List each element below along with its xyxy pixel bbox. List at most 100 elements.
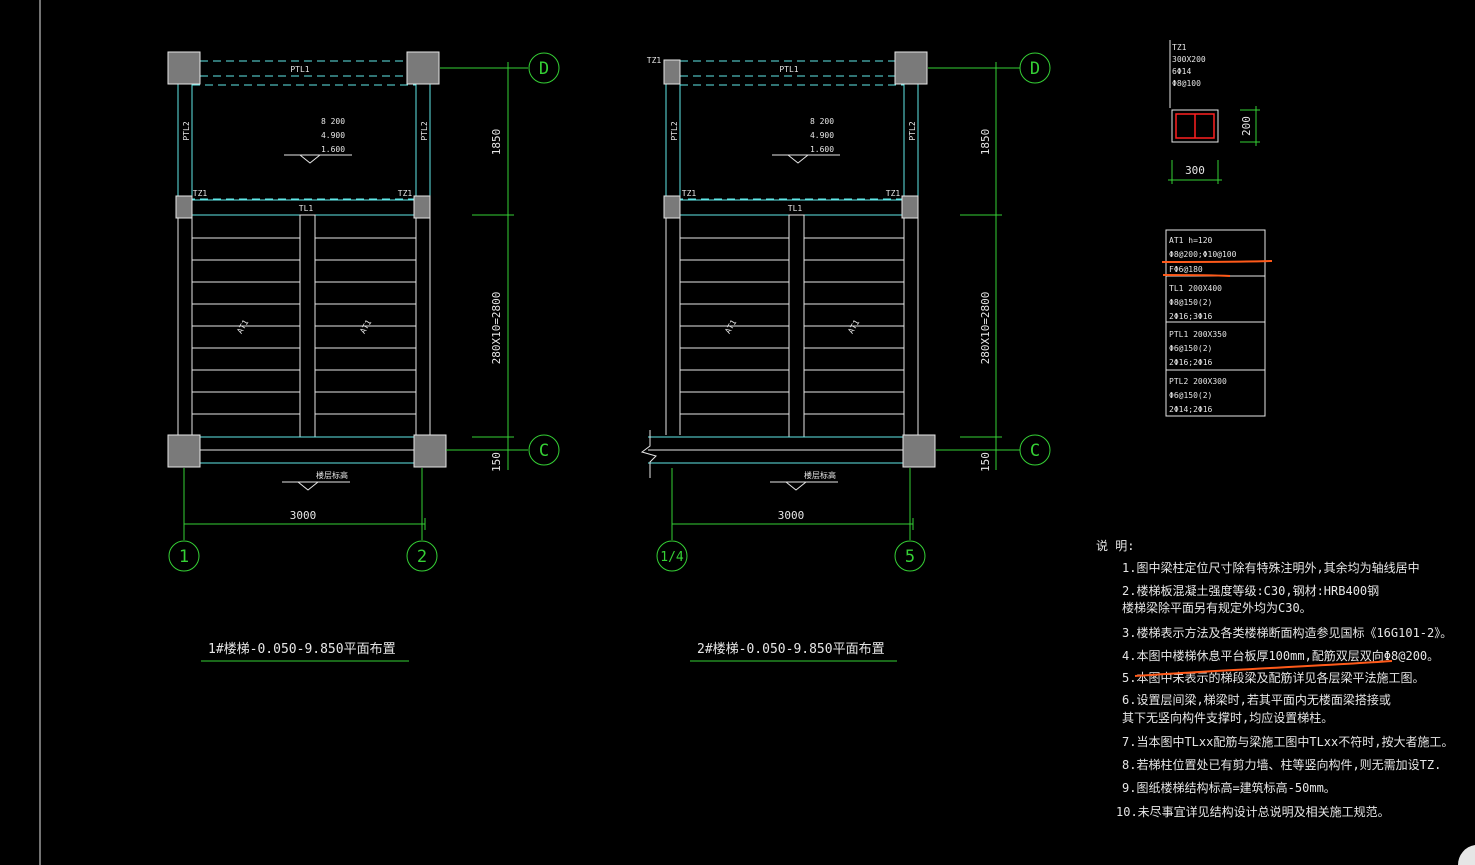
plan-title: 2#楼梯-0.050-9.850平面布置 (697, 642, 885, 657)
note-line: 其下无竖向构件支撑时,均应设置梯柱。 (1122, 710, 1333, 725)
dimension-lines (671, 62, 1002, 530)
axis-label: 2 (417, 547, 427, 567)
column (663, 59, 681, 85)
notes-title: 说 明: (1096, 538, 1134, 553)
column (894, 51, 928, 85)
table-cell: Φ8@150(2) (1169, 298, 1212, 307)
note-line: 5.本图中未表示的梯段梁及配筋详见各层梁平法施工图。 (1122, 670, 1424, 685)
column (902, 434, 936, 468)
table-cell: Φ8@200;Φ10@100 (1169, 250, 1237, 259)
column-label: TZ1 (398, 189, 413, 198)
column-label: TZ1 (193, 189, 208, 198)
detail-text: Φ8@100 (1172, 79, 1201, 88)
stair-plan-1: 1 2 D C 3000 1850 280X10=2800 150 PTL1 T… (167, 51, 560, 662)
run-label: AT1 (846, 318, 861, 335)
table-cell: AT1 h=120 (1169, 236, 1213, 245)
level-symbol (284, 154, 352, 164)
table-cell: 2Φ16;3Φ16 (1169, 312, 1213, 321)
axis-label: C (539, 441, 549, 461)
slab-note: 4.900 (321, 131, 345, 140)
axis-label: 5 (905, 547, 915, 567)
column (413, 195, 431, 219)
dim-bottom: 150 (490, 452, 503, 472)
markup-underline (1162, 274, 1231, 277)
stair-well (788, 214, 805, 438)
column (663, 195, 681, 219)
dim-flight: 280X10=2800 (490, 292, 503, 365)
note-line: 1.图中梁柱定位尺寸除有特殊注明外,其余均为轴线居中 (1122, 560, 1420, 575)
note-line: 6.设置层间梁,梯梁时,若其平面内无楼面梁搭接或 (1122, 692, 1391, 707)
axis-label: D (1030, 59, 1040, 79)
level-label: 楼层标高 (804, 470, 836, 480)
note-line: 8.若梯柱位置处已有剪力墙、柱等竖向构件,则无需加设TZ. (1122, 757, 1441, 772)
column (406, 51, 440, 85)
beam-label: TL1 (788, 204, 803, 213)
dim-flight: 280X10=2800 (979, 292, 992, 365)
slab-note: 8 200 (321, 117, 345, 126)
cad-drawing-canvas[interactable]: 1 2 D C 3000 1850 280X10=2800 150 PTL1 T… (0, 0, 1475, 865)
beam-label: PTL1 (290, 65, 309, 74)
general-notes: 说 明: 1.图中梁柱定位尺寸除有特殊注明外,其余均为轴线居中 2.楼梯板混凝土… (1096, 538, 1453, 819)
column-label: TZ1 (886, 189, 901, 198)
markup-underline (1161, 260, 1273, 263)
table-cell: PTL2 200X300 (1169, 377, 1227, 386)
table-cell: PTL1 200X350 (1169, 330, 1227, 339)
table-cell: 2Φ16;2Φ16 (1169, 358, 1213, 367)
column (167, 51, 201, 85)
plan-title: 1#楼梯-0.050-9.850平面布置 (208, 642, 396, 657)
note-line: 3.楼梯表示方法及各类楼梯断面构造参见国标《16G101-2》。 (1122, 625, 1452, 640)
dim-width: 3000 (778, 509, 805, 522)
table-cell: 2Φ14;2Φ16 (1169, 405, 1213, 414)
table-cell: FΦ6@180 (1169, 265, 1203, 274)
beam-label: TL1 (299, 204, 314, 213)
column (175, 195, 193, 219)
column (167, 434, 201, 468)
dim-landing: 1850 (979, 129, 992, 156)
dim-bottom: 150 (979, 452, 992, 472)
detail-text: TZ1 (1172, 43, 1187, 52)
dim-landing: 1850 (490, 129, 503, 156)
slab-note: 8 200 (810, 117, 834, 126)
level-label: 楼层标高 (316, 470, 348, 480)
dim-text: 200 (1240, 116, 1253, 136)
axis-label: 1 (179, 547, 189, 567)
level-symbol (772, 154, 840, 164)
beam-label: PTL2 (670, 121, 679, 140)
table-cell: TL1 200X400 (1169, 284, 1222, 293)
corner-glyph (1457, 845, 1475, 865)
column-detail-tz1: TZ1 300X200 6Φ14 Φ8@100 200 300 (1168, 40, 1260, 184)
stair-well (299, 214, 316, 438)
axis-label: 1/4 (660, 550, 684, 565)
run-label: AT1 (358, 318, 373, 335)
beam-label: PTL2 (908, 121, 917, 140)
stair-treads (192, 237, 416, 415)
landing-slab-outline (679, 84, 905, 200)
beam-label: PTL2 (420, 121, 429, 140)
column-label: TZ1 (647, 56, 662, 65)
note-line: 7.当本图中TLxx配筋与梁施工图中TLxx不符时,按大者施工。 (1122, 734, 1453, 749)
stair-plan-2: 1/4 5 D C 3000 1850 280X10=2800 150 PTL1… (640, 51, 1051, 662)
column (413, 434, 447, 468)
slab-note: 1.600 (810, 145, 834, 154)
dimension-lines (183, 62, 514, 530)
note-line: 10.未尽事宜详见结构设计总说明及相关施工规范。 (1116, 804, 1390, 819)
member-table: AT1 h=120 Φ8@200;Φ10@100 FΦ6@180 TL1 200… (1161, 229, 1273, 417)
level-symbol (770, 481, 838, 491)
run-label: AT1 (235, 318, 250, 335)
column (901, 195, 919, 219)
detail-text: 300X200 (1172, 55, 1206, 64)
axis-label: C (1030, 441, 1040, 461)
note-line: 楼梯梁除平面另有规定外均为C30。 (1122, 600, 1312, 615)
note-line: 2.楼梯板混凝土强度等级:C30,钢材:HRB400钢 (1122, 583, 1379, 598)
beam-label: PTL1 (779, 65, 798, 74)
stair-treads (680, 237, 904, 415)
note-line: 9.图纸楼梯结构标高=建筑标高-50mm。 (1122, 780, 1336, 795)
slab-note: 4.900 (810, 131, 834, 140)
run-label: AT1 (723, 318, 738, 335)
slab-note: 1.600 (321, 145, 345, 154)
dim-text: 300 (1185, 164, 1205, 177)
table-cell: Φ6@150(2) (1169, 391, 1212, 400)
landing-slab-outline (191, 84, 417, 200)
dim-width: 3000 (290, 509, 317, 522)
axis-label: D (539, 59, 549, 79)
